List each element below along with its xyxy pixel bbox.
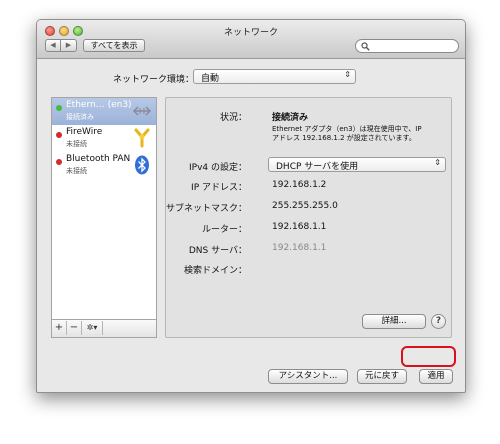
- back-button[interactable]: ◀: [45, 39, 61, 52]
- ipv4-config-popup[interactable]: DHCP サーバを使用 ⇕: [268, 157, 446, 172]
- gear-menu-button[interactable]: ✲▾: [82, 321, 103, 335]
- service-item-bluetooth-pan[interactable]: Bluetooth PAN 未接続: [52, 152, 156, 179]
- status-label: 状況：: [219, 113, 247, 123]
- apply-button[interactable]: 適用: [419, 369, 453, 384]
- dns-server-label: DNS サーバ：: [188, 246, 247, 256]
- popup-arrows-icon: ⇕: [344, 70, 351, 79]
- ethernet-icon: [132, 106, 152, 116]
- service-status: 未接続: [66, 140, 87, 148]
- service-name: FireWire: [66, 127, 103, 137]
- router-value: 192.168.1.1: [272, 222, 327, 232]
- show-all-button[interactable]: すべてを表示: [83, 39, 145, 52]
- apply-highlight-annotation: [401, 346, 456, 367]
- service-name: Ethern… (en3): [66, 100, 132, 110]
- status-value: 接続済み: [272, 113, 309, 123]
- status-description-line2: アドレス 192.168.1.2 が設定されています。: [272, 134, 416, 142]
- subnet-mask-value: 255.255.255.0: [272, 201, 338, 211]
- add-service-button[interactable]: +: [52, 321, 67, 335]
- ipv4-config-value: DHCP サーバを使用: [276, 162, 359, 172]
- service-name: Bluetooth PAN: [66, 154, 131, 164]
- advanced-button[interactable]: 詳細...: [362, 314, 426, 329]
- service-list: Ethern… (en3) 接続済み FireWire 未接続 Bluetoot…: [51, 97, 157, 338]
- bluetooth-icon: [135, 155, 149, 175]
- help-button[interactable]: ?: [431, 314, 446, 329]
- revert-button[interactable]: 元に戻す: [357, 369, 407, 384]
- ipv4-config-label: IPv4 の設定：: [189, 163, 247, 173]
- location-value: 自動: [201, 74, 220, 84]
- subnet-mask-label: サブネットマスク：: [165, 204, 247, 214]
- dns-server-value: 192.168.1.1: [272, 243, 327, 253]
- search-domains-label: 検索ドメイン：: [183, 266, 247, 276]
- service-item-ethernet[interactable]: Ethern… (en3) 接続済み: [52, 98, 156, 125]
- service-detail-panel: 状況： 接続済み Ethernet アダプタ（en3）は現在使用中で、IP アド…: [165, 97, 452, 338]
- service-status: 未接続: [66, 167, 87, 175]
- ip-address-label: IP アドレス：: [191, 183, 247, 193]
- service-item-firewire[interactable]: FireWire 未接続: [52, 125, 156, 152]
- remove-service-button[interactable]: −: [67, 321, 82, 335]
- router-label: ルーター：: [201, 225, 247, 235]
- service-status: 接続済み: [66, 113, 94, 121]
- firewire-icon: [134, 128, 150, 148]
- network-preferences-window: ネットワーク ◀ ▶ すべてを表示 ネットワーク環境： 自動 ⇕ Ethern……: [36, 19, 466, 393]
- service-list-toolbar: + − ✲▾: [52, 319, 156, 337]
- status-dot-red-icon: [56, 132, 62, 138]
- popup-arrows-icon: ⇕: [434, 158, 441, 167]
- location-label: ネットワーク環境：: [113, 75, 195, 85]
- window-title: ネットワーク: [223, 28, 278, 38]
- forward-button[interactable]: ▶: [61, 39, 77, 52]
- ip-address-value: 192.168.1.2: [272, 180, 327, 190]
- location-popup[interactable]: 自動 ⇕: [193, 69, 356, 84]
- search-icon: [361, 42, 370, 51]
- status-dot-green-icon: [56, 105, 62, 111]
- assistant-button[interactable]: アシスタント...: [268, 369, 348, 384]
- title-bar: ネットワーク ◀ ▶ すべてを表示: [37, 20, 465, 59]
- status-dot-red-icon: [56, 159, 62, 165]
- search-field[interactable]: [355, 39, 459, 53]
